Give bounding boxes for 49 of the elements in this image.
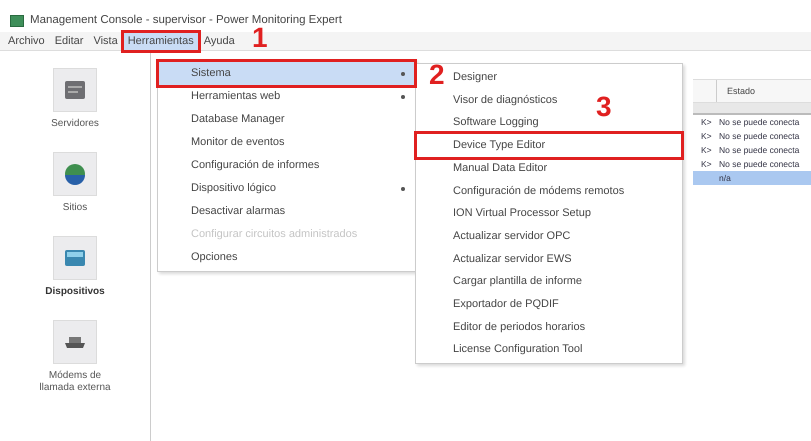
menu-item[interactable]: Actualizar servidor EWS — [450, 248, 582, 270]
globe-icon — [64, 163, 86, 185]
menu-item[interactable]: Archivo — [4, 32, 49, 50]
menu-item[interactable]: Manual Data Editor — [450, 156, 558, 180]
menu-item[interactable]: Dispositivo lógico — [158, 177, 415, 200]
table-cell-text: No se puede conecta — [718, 158, 800, 171]
sidebar-item[interactable]: Servidores — [24, 67, 126, 151]
menu-item[interactable]: Herramientas web — [158, 85, 415, 108]
menu-item[interactable]: Editar — [50, 32, 88, 50]
table-cell-text: No se puede conecta — [718, 144, 800, 157]
server-icon — [64, 80, 86, 100]
menu-item[interactable]: Ayuda — [200, 32, 239, 50]
table-cell-text: No se puede conecta — [718, 130, 800, 143]
window-title: Management Console - supervisor - Power Monitoring Expert — [30, 13, 342, 28]
menu-item[interactable]: Herramientas — [124, 32, 198, 50]
menu-item[interactable]: Designer — [450, 66, 508, 89]
table-cell-text: K> — [700, 130, 713, 143]
table-cell-text: K> — [700, 116, 713, 129]
step-number: 3 — [596, 94, 612, 120]
table-row[interactable]: n/a — [693, 171, 811, 185]
menu-item[interactable]: Editor de periodos horarios — [450, 316, 596, 338]
menu-item[interactable]: Vista — [89, 32, 122, 50]
menu-item[interactable]: Opciones — [158, 246, 415, 269]
menu-item[interactable]: Exportador de PQDIF — [450, 292, 569, 316]
step-number: 2 — [429, 62, 445, 88]
table-cell-text: No se puede conecta — [718, 116, 800, 129]
table-cell-text: K> — [700, 158, 713, 171]
menu-item[interactable]: Database Manager — [158, 108, 415, 131]
app-icon — [10, 15, 24, 27]
menu-item[interactable]: Sistema — [158, 62, 415, 85]
menu-item[interactable]: Monitor de eventos — [158, 131, 415, 154]
menu-item[interactable]: License Configuration Tool — [450, 338, 592, 361]
device-icon — [64, 248, 86, 268]
table-cell-text: n/a — [718, 172, 731, 185]
sidebar-item[interactable]: Sitios — [24, 151, 126, 235]
modem-icon — [63, 335, 87, 349]
menu-item[interactable]: Desactivar alarmas — [158, 200, 415, 223]
menu-item[interactable]: Device Type Editor — [450, 134, 556, 157]
menu-item[interactable]: Visor de diagnósticos — [450, 88, 568, 112]
menu-item[interactable]: Software Logging — [450, 111, 549, 134]
menu-item[interactable]: Configuración de módems remotos — [450, 179, 634, 202]
menu-item[interactable]: Configuración de informes — [158, 154, 415, 177]
table-cell-text: K> — [700, 144, 713, 157]
sidebar-item[interactable]: Dispositivos — [24, 235, 126, 319]
menu-item[interactable]: Cargar plantilla de informe — [450, 270, 592, 293]
menu-item[interactable]: ION Virtual Processor Setup — [450, 202, 601, 225]
sidebar-item[interactable]: Módems de llamada externa — [24, 319, 126, 403]
step-number: 1 — [252, 25, 268, 51]
menu-item[interactable]: Actualizar servidor OPC — [450, 224, 580, 248]
